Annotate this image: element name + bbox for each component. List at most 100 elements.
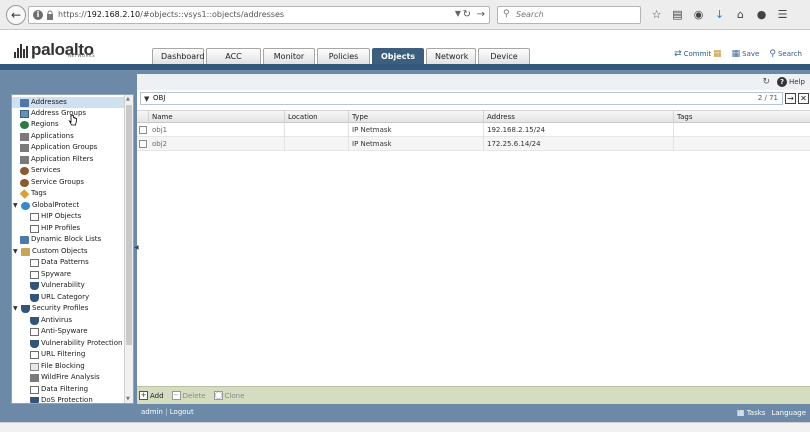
tree-item-label: DoS Protection	[41, 396, 93, 404]
cell-tags	[674, 123, 810, 137]
tab-policies[interactable]: Policies	[317, 48, 370, 64]
tab-acc[interactable]: ACC	[206, 48, 261, 64]
cell-address: 192.168.2.15/24	[484, 123, 674, 137]
tree-item-data-filtering[interactable]: Data Filtering	[30, 384, 88, 395]
tree-scrollbar[interactable]: ▲ ▼	[124, 95, 133, 403]
collapse-icon[interactable]: ▼	[13, 200, 20, 211]
reading-list-icon[interactable]: ▤	[669, 6, 686, 24]
search-label: Search	[777, 50, 802, 58]
tree-item-addresses[interactable]: Addresses	[12, 97, 125, 108]
tree-item-data-patterns[interactable]: Data Patterns	[30, 257, 89, 268]
user-info: admin | Logout	[141, 408, 194, 416]
tree-item-application-groups[interactable]: Application Groups	[20, 142, 97, 153]
tree-item-service-groups[interactable]: Service Groups	[20, 177, 84, 188]
clear-filter-button[interactable]: ✕	[798, 93, 809, 104]
tree-item-url-filtering[interactable]: URL Filtering	[30, 349, 85, 360]
tasks-icon: ▦	[736, 408, 745, 417]
apply-filter-button[interactable]: →	[785, 93, 796, 104]
clone-button[interactable]: ◯ Clone	[213, 391, 244, 400]
tree-item-tags[interactable]: Tags	[19, 188, 47, 199]
add-button[interactable]: + Add	[139, 391, 164, 400]
tree-item-hip-objects[interactable]: HIP Objects	[30, 211, 81, 222]
addresses-table: Name Location Type Address Tags obj1 IP …	[137, 110, 810, 151]
download-icon[interactable]: ↓	[711, 6, 728, 24]
tab-dashboard[interactable]: Dashboard	[152, 48, 204, 64]
collapse-icon[interactable]: ▼	[13, 303, 20, 314]
commit-button[interactable]: ⇄ Commit ▦	[674, 49, 722, 59]
home-icon[interactable]: ⌂	[732, 6, 749, 24]
pocket-icon[interactable]: ◉	[690, 6, 707, 24]
tree-item-spyware[interactable]: Spyware	[30, 269, 71, 280]
tree-item-label: Antivirus	[41, 316, 72, 324]
save-button[interactable]: ▦ Save	[732, 49, 760, 59]
chat-icon[interactable]: ●	[753, 6, 770, 24]
tree-item-globalprotect[interactable]: ▼ GlobalProtect	[13, 200, 79, 211]
tree-item-url-category[interactable]: URL Category	[30, 292, 89, 303]
go-arrow-icon[interactable]: →	[477, 9, 485, 20]
tree-item-custom-objects[interactable]: ▼ Custom Objects	[13, 246, 88, 257]
tree-item-services[interactable]: Services	[20, 165, 61, 176]
tree-item-anti-spyware[interactable]: Anti-Spyware	[30, 326, 88, 337]
tab-device[interactable]: Device	[478, 48, 530, 64]
tab-objects[interactable]: Objects	[372, 48, 424, 64]
cell-name[interactable]: obj1	[149, 123, 285, 137]
url-dropdown-icon[interactable]: ▼	[455, 9, 461, 18]
filter-count: 2 / 71	[757, 94, 778, 102]
panel-splitter[interactable]: ◀	[134, 94, 139, 404]
security-profiles-icon	[21, 304, 30, 313]
lock-icon	[47, 10, 53, 20]
file-blocking-icon	[30, 362, 39, 371]
tree-item-antivirus[interactable]: Antivirus	[30, 315, 72, 326]
tree-item-label: HIP Objects	[41, 212, 82, 220]
tree-item-dos-protection[interactable]: DoS Protection	[30, 395, 93, 404]
bookmark-star-icon[interactable]: ☆	[648, 6, 665, 24]
tree-item-vulnerability[interactable]: Vulnerability	[30, 280, 85, 291]
application-filters-icon	[20, 155, 29, 164]
tree-item-label: Applications	[31, 132, 74, 140]
refresh-icon[interactable]: ↻	[762, 77, 770, 87]
tree-item-label: URL Filtering	[41, 350, 86, 358]
url-bar[interactable]: i https://192.168.2.10/#objects::vsys1::…	[28, 6, 490, 24]
objects-tree: Addresses Address Groups Regions Applica…	[11, 94, 134, 404]
table-row[interactable]: obj1 IP Netmask 192.168.2.15/24	[137, 123, 810, 137]
splitter-grip-icon: ◀	[134, 244, 139, 251]
tree-item-regions[interactable]: Regions	[20, 119, 59, 130]
tree-item-application-filters[interactable]: Application Filters	[20, 154, 93, 165]
filter-input[interactable]: ▼ OBJ 2 / 71	[140, 92, 783, 105]
scroll-down-icon[interactable]: ▼	[126, 396, 130, 402]
tree-item-file-blocking[interactable]: File Blocking	[30, 361, 85, 372]
tree-item-security-profiles[interactable]: ▼ Security Profiles	[13, 303, 88, 314]
tree-item-hip-profiles[interactable]: HIP Profiles	[30, 223, 80, 234]
tree-item-label: Custom Objects	[32, 247, 88, 255]
cell-name[interactable]: obj2	[149, 137, 285, 151]
tasks-button[interactable]: ▦ Tasks	[737, 408, 766, 417]
row-checkbox[interactable]	[139, 140, 147, 148]
data-filtering-icon	[30, 385, 39, 394]
scroll-up-icon[interactable]: ▲	[126, 96, 130, 102]
tab-monitor[interactable]: Monitor	[263, 48, 315, 64]
table-row[interactable]: obj2 IP Netmask 172.25.6.14/24	[137, 137, 810, 151]
help-icon: ?	[777, 77, 788, 87]
table-toolbar: + Add − Delete ◯ Clone	[137, 386, 810, 404]
browser-search-input[interactable]: ⚲ Search	[497, 6, 641, 24]
tab-network[interactable]: Network	[426, 48, 476, 64]
tree-item-dynamic-block-lists[interactable]: Dynamic Block Lists	[20, 234, 101, 245]
info-icon[interactable]: i	[33, 10, 43, 20]
help-button[interactable]: ? Help	[777, 77, 805, 87]
collapse-icon[interactable]: ▼	[13, 246, 20, 257]
tree-item-vulnerability-protection[interactable]: Vulnerability Protection	[30, 338, 122, 349]
tree-item-applications[interactable]: Applications	[20, 131, 74, 142]
tree-scroll-thumb[interactable]	[126, 105, 132, 345]
tree-item-label: Spyware	[41, 270, 72, 278]
logo-bars-icon	[14, 42, 28, 58]
anti-spyware-icon	[30, 327, 39, 336]
menu-icon[interactable]: ☰	[774, 6, 791, 24]
tree-item-wildfire-analysis[interactable]: WildFire Analysis	[30, 372, 100, 383]
back-button[interactable]: ←	[6, 5, 26, 25]
language-link[interactable]: Language	[771, 409, 806, 417]
reload-icon[interactable]: ↻	[463, 9, 471, 20]
delete-button[interactable]: − Delete	[171, 391, 206, 400]
row-checkbox[interactable]	[139, 126, 147, 134]
search-button[interactable]: ⚲ Search	[769, 49, 802, 59]
logout-link[interactable]: Logout	[170, 408, 194, 416]
